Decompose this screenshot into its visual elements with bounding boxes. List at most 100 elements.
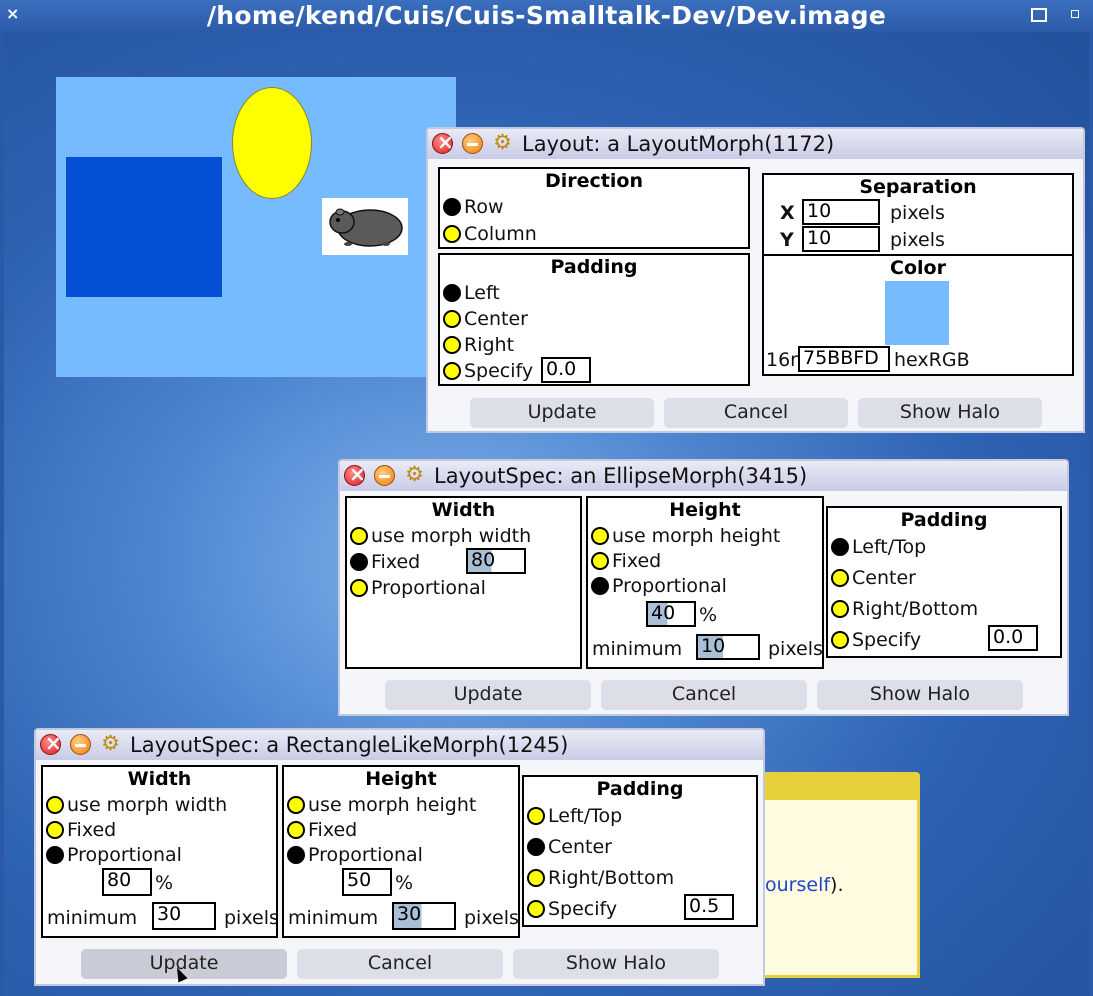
padding-center-option[interactable]: Center: [831, 567, 916, 589]
radio-selected-icon[interactable]: [350, 553, 368, 571]
width-fixed-input[interactable]: 80: [466, 548, 526, 574]
gear-icon[interactable]: ⚙: [100, 733, 121, 755]
minimize-icon[interactable]: [70, 734, 91, 755]
show-halo-button[interactable]: Show Halo: [817, 680, 1023, 710]
cancel-button[interactable]: Cancel: [601, 680, 807, 710]
radio-icon[interactable]: [527, 900, 545, 918]
background-link[interactable]: ourself: [765, 874, 830, 896]
window-title-bar[interactable]: ⚙ Layout: a LayoutMorph(1172): [428, 129, 1083, 159]
radio-icon[interactable]: [443, 362, 461, 380]
host-maximize-icon[interactable]: [1071, 10, 1079, 18]
radio-icon[interactable]: [443, 336, 461, 354]
minimize-icon[interactable]: [374, 465, 395, 486]
close-icon[interactable]: [344, 462, 366, 486]
cancel-button[interactable]: Cancel: [297, 949, 503, 979]
padding-lefttop-option[interactable]: Left/Top: [527, 805, 622, 827]
radio-icon[interactable]: [831, 600, 849, 618]
height-fixed-option[interactable]: Fixed: [591, 550, 661, 572]
close-icon[interactable]: [432, 130, 454, 154]
update-button[interactable]: Update: [470, 398, 654, 428]
rectangle-layoutspec-window[interactable]: ⚙ LayoutSpec: a RectangleLikeMorph(1245)…: [34, 728, 765, 986]
radio-icon[interactable]: [350, 579, 368, 597]
padding-specify-option[interactable]: Specify: [527, 898, 617, 920]
height-percent-input[interactable]: 40: [646, 601, 696, 627]
height-proportional-option[interactable]: Proportional: [287, 844, 423, 866]
height-proportional-option[interactable]: Proportional: [591, 575, 727, 597]
window-title-bar[interactable]: ⚙ LayoutSpec: a RectangleLikeMorph(1245): [36, 730, 763, 760]
padding-center-option[interactable]: Center: [443, 308, 528, 330]
radio-icon[interactable]: [443, 225, 461, 243]
layout-morph-canvas[interactable]: [56, 77, 456, 377]
width-use-morph-option[interactable]: use morph width: [350, 525, 531, 547]
ellipse-layoutspec-window[interactable]: ⚙ LayoutSpec: an EllipseMorph(3415) Widt…: [338, 459, 1069, 716]
width-percent-input[interactable]: 80: [102, 868, 152, 896]
radio-icon[interactable]: [46, 821, 64, 839]
host-minimize-icon[interactable]: [1031, 8, 1047, 22]
radio-icon[interactable]: [591, 527, 609, 545]
radio-icon[interactable]: [591, 552, 609, 570]
padding-specify-input[interactable]: 0.0: [988, 625, 1038, 651]
height-use-morph-option[interactable]: use morph height: [591, 525, 780, 547]
update-button[interactable]: Update: [385, 680, 591, 710]
height-use-morph-option[interactable]: use morph height: [287, 794, 476, 816]
radio-selected-icon[interactable]: [591, 577, 609, 595]
padding-header: Padding: [596, 778, 684, 800]
radio-selected-icon[interactable]: [831, 538, 849, 556]
radio-selected-icon[interactable]: [443, 284, 461, 302]
rectangle-morph[interactable]: [66, 157, 222, 297]
radio-icon[interactable]: [287, 796, 305, 814]
padding-specify-option[interactable]: Specify: [831, 629, 921, 651]
width-fixed-option[interactable]: Fixed: [350, 551, 420, 573]
minimum-label: minimum: [288, 907, 379, 929]
width-minimum-input[interactable]: 30: [152, 902, 216, 930]
radio-icon[interactable]: [46, 796, 64, 814]
radio-icon[interactable]: [287, 821, 305, 839]
width-fixed-option[interactable]: Fixed: [46, 819, 116, 841]
radio-icon[interactable]: [831, 631, 849, 649]
minimum-unit: pixels: [464, 907, 518, 929]
direction-row-option[interactable]: Row: [443, 196, 504, 218]
show-halo-button[interactable]: Show Halo: [513, 949, 719, 979]
padding-lefttop-option[interactable]: Left/Top: [831, 536, 926, 558]
cancel-button[interactable]: Cancel: [664, 398, 848, 428]
padding-right-option[interactable]: Right: [443, 334, 514, 356]
radio-selected-icon[interactable]: [443, 198, 461, 216]
gear-icon[interactable]: ⚙: [404, 464, 425, 486]
width-use-morph-option[interactable]: use morph width: [46, 794, 227, 816]
direction-column-option[interactable]: Column: [443, 223, 537, 245]
ellipse-morph[interactable]: [232, 87, 312, 199]
padding-rightbottom-option[interactable]: Right/Bottom: [527, 867, 674, 889]
height-minimum-input[interactable]: 10: [696, 634, 760, 660]
background-text-window[interactable]: ourself).: [760, 772, 920, 978]
padding-center-option[interactable]: Center: [527, 836, 612, 858]
height-minimum-input[interactable]: 30: [392, 902, 456, 930]
color-swatch[interactable]: [885, 281, 949, 345]
padding-rightbottom-option[interactable]: Right/Bottom: [831, 598, 978, 620]
minimize-icon[interactable]: [462, 133, 483, 154]
separation-y-input[interactable]: 10: [802, 226, 880, 252]
image-morph[interactable]: [322, 198, 408, 255]
separation-x-input[interactable]: 10: [802, 199, 880, 225]
radio-icon[interactable]: [350, 527, 368, 545]
height-fixed-option[interactable]: Fixed: [287, 819, 357, 841]
show-halo-button[interactable]: Show Halo: [858, 398, 1042, 428]
padding-left-option[interactable]: Left: [443, 282, 500, 304]
color-hex-input[interactable]: 75BBFD: [798, 346, 890, 372]
padding-specify-input[interactable]: 0.0: [541, 357, 591, 383]
height-percent-input[interactable]: 50: [342, 868, 392, 896]
radio-selected-icon[interactable]: [527, 838, 545, 856]
window-title-bar[interactable]: ⚙ LayoutSpec: an EllipseMorph(3415): [340, 461, 1067, 491]
width-proportional-option[interactable]: Proportional: [350, 577, 486, 599]
radio-icon[interactable]: [831, 569, 849, 587]
radio-icon[interactable]: [443, 310, 461, 328]
close-icon[interactable]: [40, 731, 62, 755]
gear-icon[interactable]: ⚙: [492, 132, 513, 154]
radio-selected-icon[interactable]: [287, 846, 305, 864]
radio-selected-icon[interactable]: [46, 846, 64, 864]
padding-specify-input[interactable]: 0.5: [684, 894, 734, 920]
layout-morph-editor-window[interactable]: ⚙ Layout: a LayoutMorph(1172) Direction …: [426, 127, 1085, 433]
radio-icon[interactable]: [527, 869, 545, 887]
width-proportional-option[interactable]: Proportional: [46, 844, 182, 866]
padding-specify-option[interactable]: Specify: [443, 360, 533, 382]
radio-icon[interactable]: [527, 807, 545, 825]
